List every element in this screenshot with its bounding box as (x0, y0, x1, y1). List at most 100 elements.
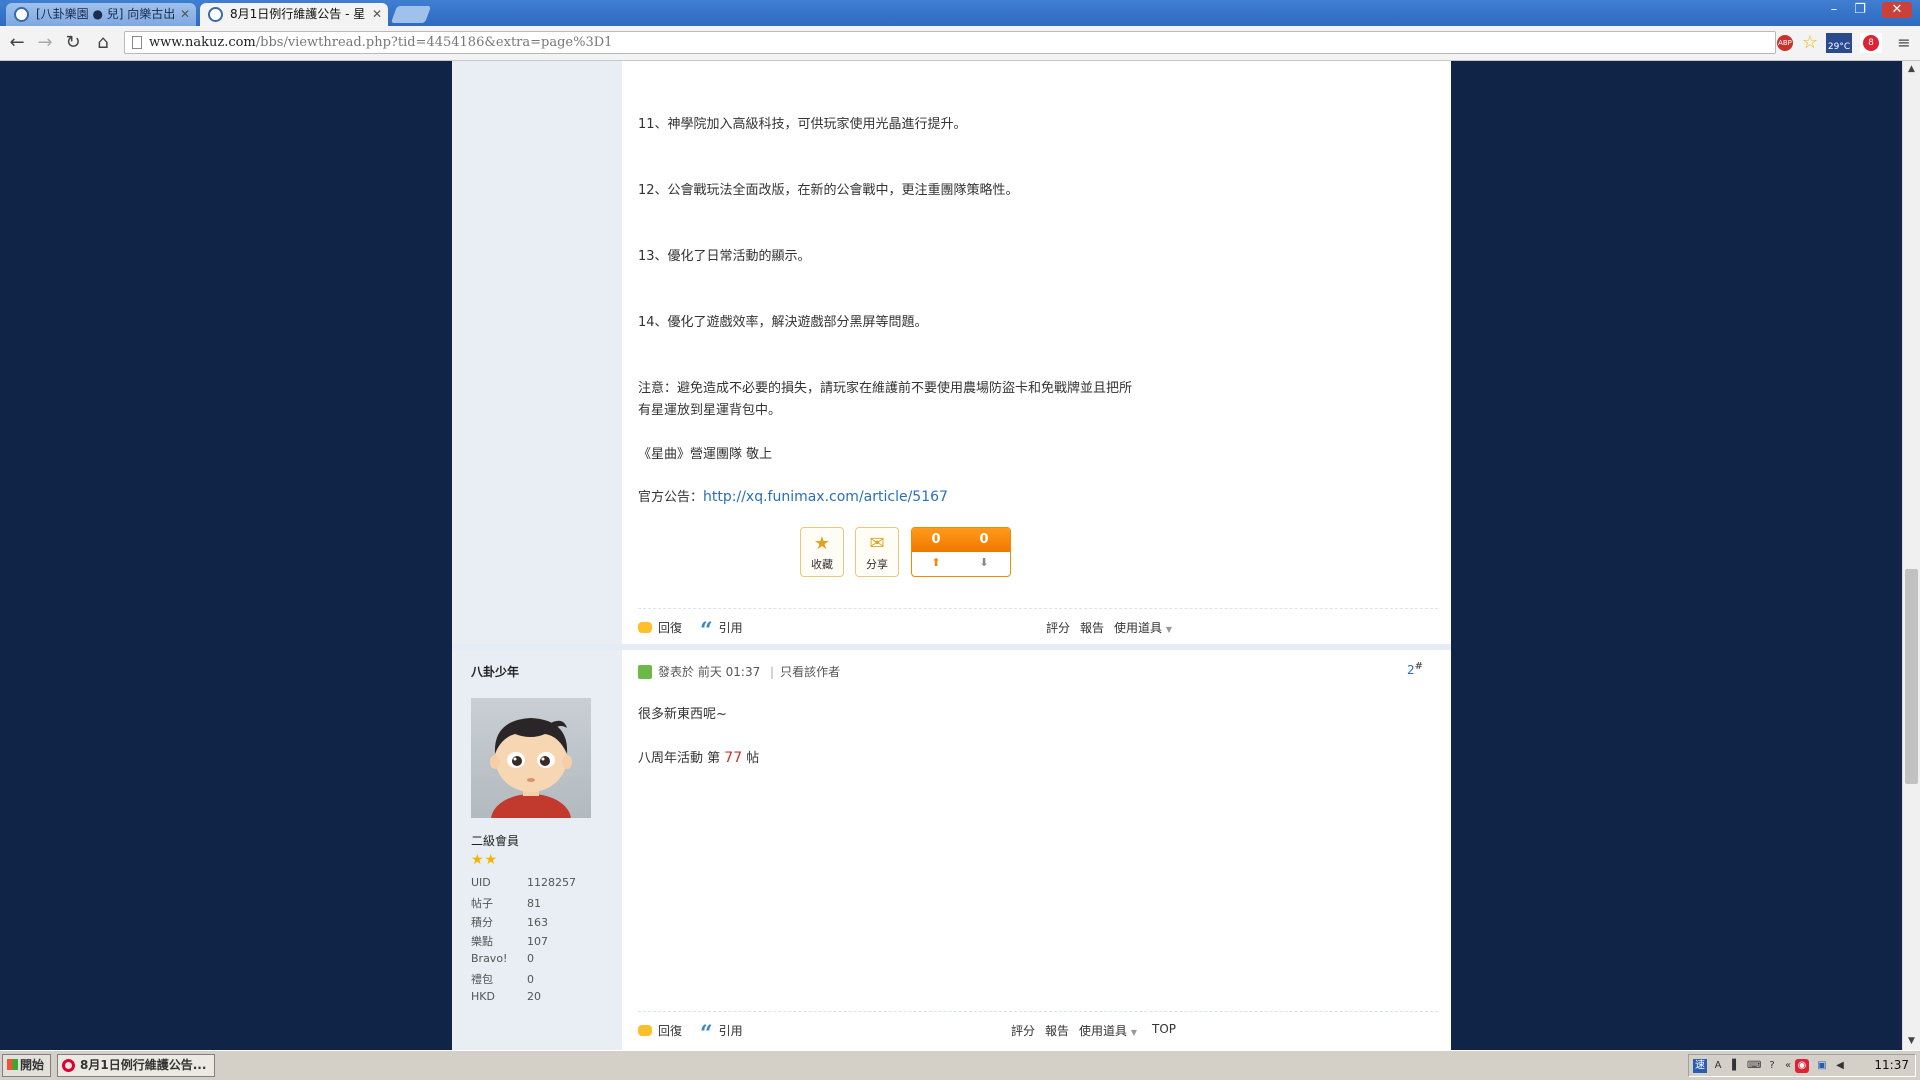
weather-temp: 29°C (1827, 42, 1851, 52)
volume-icon[interactable]: ◀ (1833, 1059, 1847, 1073)
stat-row: UID 1128257 (471, 876, 576, 889)
browser-tab-strip: [八卦樂園 ● 兒] 向樂古出 ✕ 8月1日例行維護公告 - 星 ✕ – ❐ ✕ (0, 0, 1920, 26)
notice-line-1: 注意：避免造成不必要的損失，請玩家在維護前不要使用農場防盜卡和免戰牌並且把所 (638, 381, 1133, 396)
tab-2[interactable]: 8月1日例行維護公告 - 星 ✕ (200, 3, 388, 26)
notification-badge: 8 (1863, 35, 1879, 51)
bookmark-star-icon[interactable]: ☆ (1800, 33, 1820, 53)
tab-title: [八卦樂園 ● 兒] 向樂古出 (36, 7, 176, 21)
back-icon[interactable]: ← (5, 32, 29, 54)
rate-button[interactable]: 評分 (1046, 619, 1070, 636)
bar-icon[interactable]: ▌ (1729, 1059, 1743, 1073)
forward-icon[interactable]: → (33, 32, 57, 54)
windows-logo-icon (7, 1059, 18, 1070)
report-button[interactable]: 報告 (1045, 1022, 1069, 1039)
support-label: 支持 (912, 574, 960, 576)
new-tab-button[interactable] (390, 6, 432, 23)
reply-button[interactable]: 回復 (638, 619, 682, 636)
author-name[interactable]: 八卦少年 (471, 663, 519, 680)
reply-button[interactable]: 回復 (638, 1022, 682, 1039)
keyboard-icon[interactable]: ⌨ (1747, 1059, 1761, 1073)
envelope-icon: ✉ (869, 533, 885, 554)
star-icon: ★ (813, 533, 831, 554)
oppose-count: 0 (979, 532, 989, 547)
support-count: 0 (931, 532, 941, 547)
oppose-label: 反對 (960, 574, 1008, 576)
vote-widget: 0 0 ⬆ 支持 ⬇ 反對 (911, 527, 1011, 577)
use-tools-button[interactable]: 使用道具 ▼ (1114, 619, 1172, 636)
tab-favicon-icon (14, 7, 29, 22)
network-icon[interactable]: ▣ (1815, 1059, 1829, 1073)
share-button[interactable]: ✉ 分享 (855, 527, 899, 577)
reload-icon[interactable]: ↻ (61, 32, 85, 54)
chevron-down-icon: ▼ (1165, 625, 1172, 634)
post-line: 12、公會戰玩法全面改版，在新的公會戰中，更注重團隊策略性。 (638, 183, 1019, 198)
taskbar-window-item[interactable]: 8月1日例行維護公告... (57, 1054, 215, 1077)
only-author-link[interactable]: 只看該作者 (780, 665, 840, 679)
chevron-down-icon: ▼ (1130, 1028, 1137, 1037)
rate-button[interactable]: 評分 (1011, 1022, 1035, 1039)
weather-extension[interactable]: 29°C (1826, 33, 1852, 53)
restore-icon[interactable]: ❐ (1848, 2, 1872, 18)
down-arrow-icon: ⬇ (979, 556, 989, 569)
scroll-up-icon[interactable]: ▲ (1903, 61, 1920, 78)
use-tools-button[interactable]: 使用道具 ▼ (1079, 1022, 1137, 1039)
avatar[interactable] (471, 698, 591, 818)
home-icon[interactable]: ⌂ (91, 32, 115, 54)
stat-row: 帖子 81 (471, 897, 541, 910)
floor-number[interactable]: 2# (1407, 661, 1423, 677)
post-body-line: 很多新東西呢~ (638, 707, 727, 722)
tab-1[interactable]: [八卦樂園 ● 兒] 向樂古出 ✕ (6, 3, 196, 26)
quote-icon: “ (700, 1021, 713, 1047)
post-meta: 發表於 前天 01:37 | 只看該作者 (638, 663, 840, 680)
tab-close-icon[interactable]: ✕ (372, 3, 382, 26)
reply-icon (638, 1025, 652, 1036)
quote-button[interactable]: “引用 (700, 619, 743, 642)
tab-title: 8月1日例行維護公告 - 星 (230, 7, 366, 21)
stat-row: 禮包 0 (471, 973, 534, 986)
minimize-icon[interactable]: – (1822, 2, 1846, 18)
help-icon[interactable]: ? (1765, 1059, 1779, 1073)
stat-row: 積分 163 (471, 916, 548, 929)
adblock-icon[interactable]: ABP (1777, 35, 1793, 51)
tab-close-icon[interactable]: ✕ (180, 3, 190, 26)
chrome-icon (62, 1059, 75, 1072)
oppose-button[interactable]: ⬇ 反對 (960, 552, 1008, 576)
post-line: 13、優化了日常活動的顯示。 (638, 249, 811, 264)
official-label: 官方公告： (638, 490, 704, 505)
reply-icon (638, 622, 652, 633)
top-link[interactable]: TOP (1152, 1022, 1176, 1036)
clock: 11:37 (1874, 1058, 1909, 1072)
taskbar: 開始 8月1日例行維護公告... 速 A ▌ ⌨ ? « ◉ ▣ ◀ 11:37 (0, 1050, 1920, 1080)
share-label: 分享 (866, 558, 888, 571)
support-button[interactable]: ⬆ 支持 (912, 552, 960, 576)
scroll-thumb[interactable] (1905, 569, 1918, 784)
page-viewport: 11、神學院加入高級科技，可供玩家使用光晶進行提升。 12、公會戰玩法全面改版，… (0, 61, 1902, 1050)
thread-content: 11、神學院加入高級科技，可供玩家使用光晶進行提升。 12、公會戰玩法全面改版，… (452, 61, 1451, 1050)
scroll-down-icon[interactable]: ▼ (1903, 1033, 1920, 1050)
separator (638, 608, 1438, 609)
font-icon[interactable]: A (1711, 1059, 1725, 1073)
start-button[interactable]: 開始 (2, 1054, 51, 1077)
quote-button[interactable]: “引用 (700, 1021, 743, 1047)
expand-tray-icon[interactable]: « (1781, 1059, 1795, 1073)
stat-row: 樂點 107 (471, 935, 548, 948)
official-link[interactable]: http://xq.funimax.com/article/5167 (703, 489, 948, 505)
address-bar[interactable]: www.nakuz.com/bbs/viewthread.php?tid=445… (124, 31, 1776, 54)
separator (638, 1011, 1438, 1012)
post-body-line: 八周年活動 第 77 帖 (638, 750, 760, 766)
avatar-image (490, 718, 572, 818)
favorite-label: 收藏 (811, 558, 833, 571)
browser-toolbar: ← → ↻ ⌂ www.nakuz.com/bbs/viewthread.php… (0, 26, 1920, 61)
official-announcement: 官方公告：http://xq.funimax.com/article/5167 (638, 486, 948, 505)
favorite-button[interactable]: ★ 收藏 (800, 527, 844, 577)
post-line: 11、神學院加入高級科技，可供玩家使用光晶進行提升。 (638, 117, 967, 132)
menu-icon[interactable]: ≡ (1892, 32, 1916, 54)
report-button[interactable]: 報告 (1080, 619, 1104, 636)
antivirus-icon[interactable]: ◉ (1795, 1059, 1809, 1073)
notification-extension[interactable]: 8 (1860, 33, 1882, 53)
vertical-scrollbar[interactable]: ▲ ▼ (1902, 61, 1920, 1050)
ime-icon[interactable]: 速 (1693, 1059, 1707, 1073)
up-arrow-icon: ⬆ (931, 556, 941, 569)
close-window-icon[interactable]: ✕ (1882, 2, 1912, 18)
stat-row: HKD 20 (471, 990, 541, 1003)
